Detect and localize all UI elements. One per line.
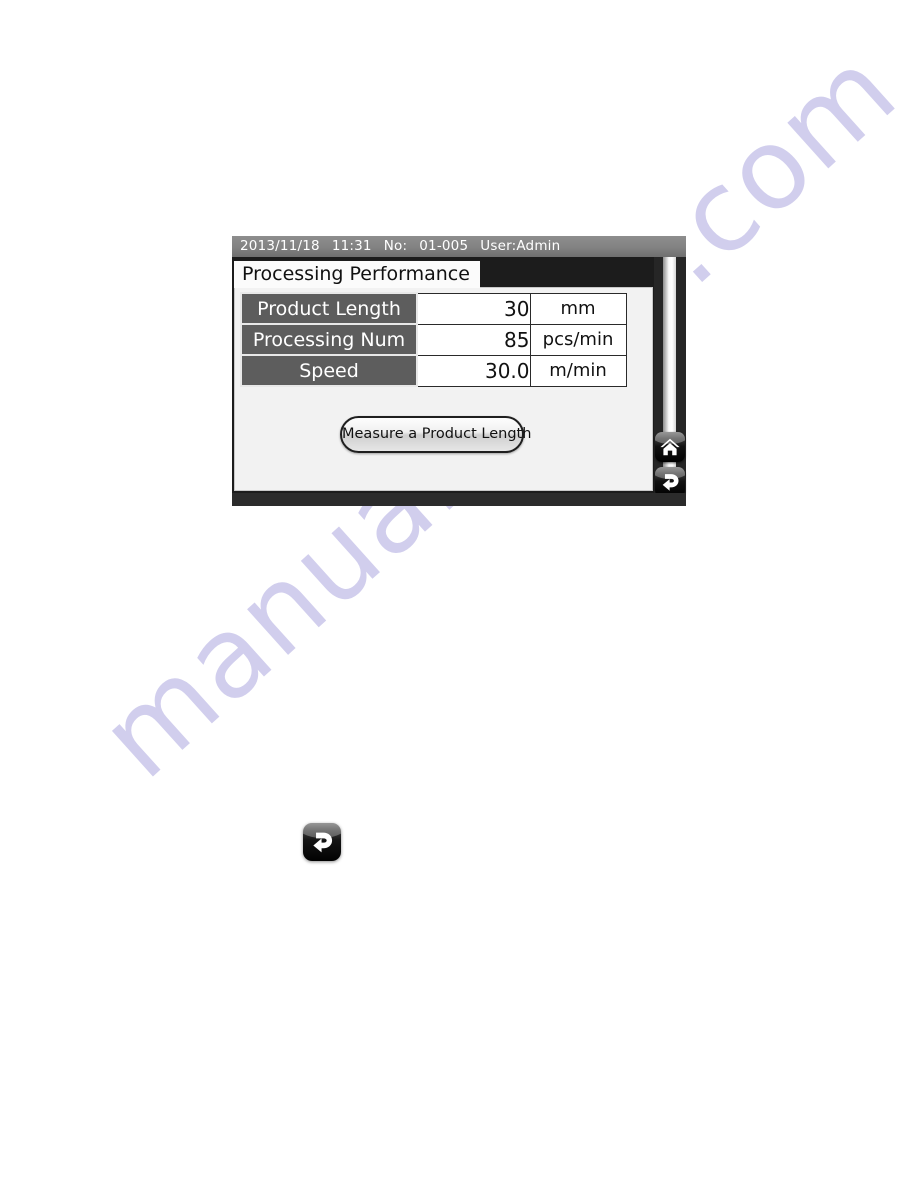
status-date: 2013/11/18 [240,238,320,254]
table-row: Product Length 30 mm [240,292,627,325]
content-card: Product Length 30 mm Processing Num 85 p… [234,287,653,491]
performance-table: Product Length 30 mm Processing Num 85 p… [240,292,627,387]
row-unit: mm [529,292,627,325]
home-button[interactable] [655,432,685,462]
row-label: Product Length [240,292,418,325]
status-number-label: No: [383,238,408,254]
row-label: Processing Num [240,323,418,356]
status-user: User:Admin [480,238,561,254]
measure-product-length-button[interactable]: Measure a Product Length [340,416,531,453]
return-arrow-icon [662,474,679,491]
status-number-value: 01-005 [419,238,469,254]
inline-return-button [303,823,341,861]
table-row: Speed 30.0 m/min [240,354,627,387]
return-arrow-icon [313,832,333,853]
row-unit: pcs/min [529,323,627,356]
status-time: 11:31 [331,238,372,254]
row-label: Speed [240,354,418,387]
return-button[interactable] [655,467,685,497]
right-rail [654,257,686,506]
screen-body: Processing Performance Product Length 30… [232,257,686,506]
device-screen-panel: 2013/11/18 11:31 No: 01-005 User:Admin Proce… [232,236,686,506]
screen-bottom-band [232,493,686,506]
row-value[interactable]: 85 [416,323,531,356]
status-bar: 2013/11/18 11:31 No: 01-005 User:Admin [232,236,686,257]
row-value[interactable]: 30 [416,292,531,325]
row-value[interactable]: 30.0 [416,354,531,387]
watermark-layer: manualshive.com [0,0,918,1188]
row-unit: m/min [529,354,627,387]
table-row: Processing Num 85 pcs/min [240,323,627,356]
page-title: Processing Performance [234,261,480,288]
home-icon [660,438,680,456]
